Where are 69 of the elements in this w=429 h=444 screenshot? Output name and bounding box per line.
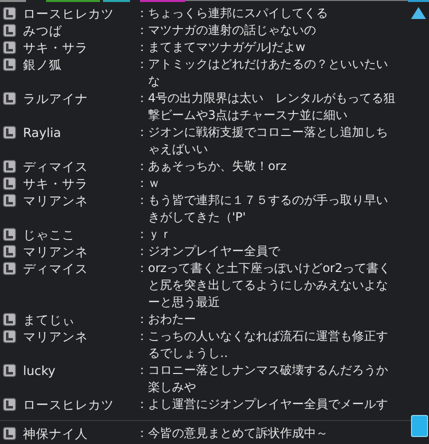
player-name: ラルアイナ (23, 90, 89, 107)
separator-colon: ： (136, 5, 148, 22)
player-name: サキ・サラ (23, 39, 89, 56)
separator-colon: ： (136, 158, 148, 175)
chat-message: マツナガの連射の話じゃないの (148, 22, 316, 39)
chat-channel-icon (3, 330, 16, 343)
separator-colon: ： (136, 39, 148, 56)
player-name: ディマイス (23, 260, 89, 277)
separator-colon: ： (136, 175, 148, 192)
player-name: ロースヒレカツ (23, 5, 115, 22)
chat-channel-icon (3, 177, 16, 190)
separator-colon: ： (136, 124, 148, 141)
player-name: Raylia (23, 124, 62, 141)
chat-message: ジオンに戦術支援でコロニー落とし追加しち ゃえばいい (148, 124, 388, 158)
separator-colon: ： (136, 396, 148, 413)
separator-colon: ： (136, 90, 148, 107)
player-name: 銀ノ狐 (23, 56, 63, 73)
chat-message: ｙｒ (148, 226, 172, 243)
chat-channel-icon (3, 364, 16, 377)
separator-colon: ： (136, 243, 148, 260)
separator-colon: ： (136, 425, 148, 442)
separator-colon: ： (136, 56, 148, 73)
chat-channel-icon (3, 245, 16, 258)
chat-channel-icon (3, 58, 16, 71)
chat-channel-icon (3, 194, 16, 207)
player-name: まてじぃ (23, 311, 76, 328)
chat-channel-icon (3, 92, 16, 105)
chat-channel-icon (3, 398, 16, 411)
chat-channel-icon (3, 427, 16, 440)
player-name: マリアンネ (23, 192, 89, 209)
separator-colon: ： (136, 328, 148, 345)
chat-channel-icon (3, 160, 16, 173)
chat-channel-icon (3, 24, 16, 37)
chat-message: おわたー (148, 311, 196, 328)
player-name: ロースヒレカツ (23, 396, 115, 413)
chat-message: よし運営にジオンプレイヤー全員でメールす (148, 396, 388, 413)
separator-colon: ： (136, 362, 148, 379)
chat-channel-icon (3, 262, 16, 275)
player-name: マリアンネ (23, 328, 89, 345)
separator-colon: ： (136, 192, 148, 209)
separator-colon: ： (136, 311, 148, 328)
chat-message: 今皆の意見まとめて訴状作成中～ (148, 425, 328, 442)
scroll-up-icon[interactable] (411, 7, 426, 19)
player-name: マリアンネ (23, 243, 89, 260)
chat-channel-icon (3, 228, 16, 241)
chat-message: orzって書くと土下座っぽいけどor2って書く と尻を突き出してるようにしかみえないよな ーと思う最近 (148, 260, 390, 311)
chat-message: あぁそっちか、失敬！orz (148, 158, 287, 175)
chat-channel-icon (3, 7, 16, 20)
chat-channel-icon (3, 41, 16, 54)
chat-message: まてまてマツナガゲルJだよw (148, 39, 306, 56)
separator-colon: ： (136, 226, 148, 243)
player-name: サキ・サラ (23, 175, 89, 192)
chat-channel-icon (3, 313, 16, 326)
player-name: lucky (23, 362, 56, 379)
chat-message: コロニー落としナンマス破壊するんだろうか 楽しみや (148, 362, 388, 396)
separator-colon: ： (136, 22, 148, 39)
chat-message: アトミックはどれだけあたるの？といいたい な (148, 56, 388, 90)
player-name: 神保ナイ人 (23, 425, 89, 442)
chat-channel-icon (3, 126, 16, 139)
player-name: じゃここ (23, 226, 76, 243)
chat-message: ｗ (148, 175, 160, 192)
chat-message: こっちの人いなくなれば流石に運営も修正す るでしょうし‥ (148, 328, 388, 362)
chat-message: 4号の出力限界は太い レンタルがもってる狙 撃ビームや3点はチャースナ並に細い (148, 90, 396, 124)
separator-colon: ： (136, 260, 148, 277)
player-name: みつば (23, 22, 63, 39)
scroll-thumb[interactable] (411, 415, 428, 437)
chat-message: ちょっくら連邦にスパイしてくる (148, 5, 328, 22)
chat-message: ジオンプレイヤー全員で (148, 243, 280, 260)
player-name: ディマイス (23, 158, 89, 175)
